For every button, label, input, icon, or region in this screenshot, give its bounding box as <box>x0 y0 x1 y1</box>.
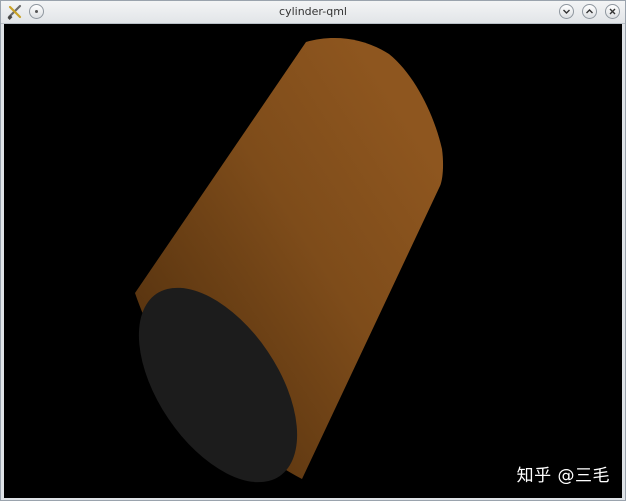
chevron-up-icon <box>586 9 593 14</box>
maximize-button[interactable] <box>582 4 597 19</box>
close-button[interactable] <box>605 4 620 19</box>
title-bar[interactable]: cylinder-qml <box>1 1 625 24</box>
render-viewport[interactable]: 知乎 @三毛 <box>4 24 622 498</box>
app-window: cylinder-qml 知乎 @三毛 <box>0 0 626 501</box>
chevron-down-icon <box>563 9 570 14</box>
watermark-text: 知乎 @三毛 <box>516 466 610 486</box>
minimize-button[interactable] <box>559 4 574 19</box>
cylinder-scene <box>135 38 444 483</box>
close-icon <box>609 8 616 15</box>
window-title: cylinder-qml <box>279 5 347 18</box>
